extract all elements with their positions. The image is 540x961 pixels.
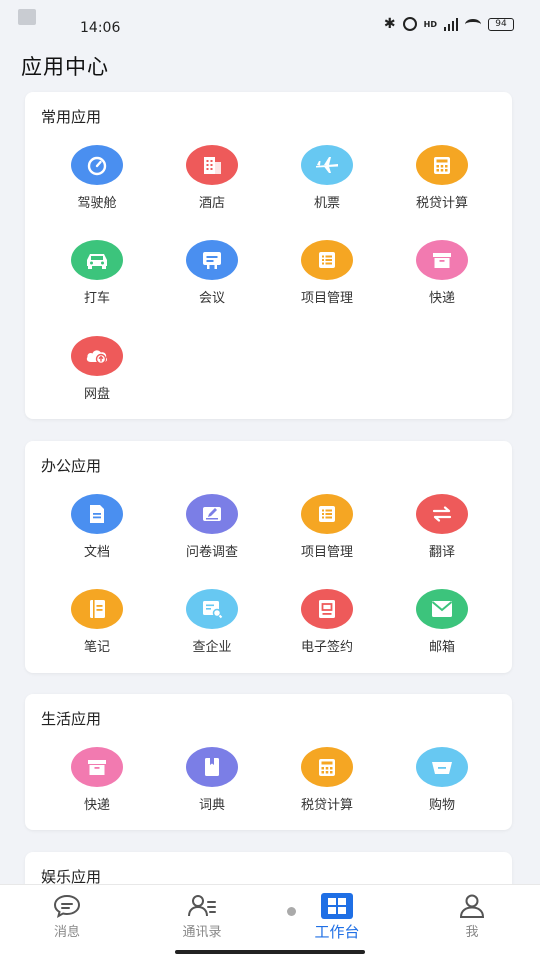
app-translate[interactable]: 翻译 bbox=[392, 494, 492, 560]
home-indicator[interactable] bbox=[175, 950, 365, 954]
tab-label: 工作台 bbox=[314, 923, 360, 941]
document-icon bbox=[71, 494, 123, 534]
app-label: 会议 bbox=[198, 291, 225, 306]
app-label: 酒店 bbox=[198, 196, 225, 211]
app-mailbox[interactable]: 邮箱 bbox=[392, 589, 492, 655]
image-notification-icon bbox=[18, 9, 36, 25]
tab-label: 我 bbox=[465, 925, 479, 940]
cloud-upload-icon bbox=[71, 336, 123, 376]
app-cloud-drive[interactable]: 网盘 bbox=[47, 336, 147, 402]
meeting-screen-icon bbox=[186, 240, 238, 280]
project-list-icon bbox=[301, 240, 353, 280]
status-time: 14:06 bbox=[80, 20, 121, 36]
network-type: HD bbox=[423, 19, 437, 29]
app-taxi[interactable]: 打车 bbox=[47, 240, 147, 306]
notebook-icon bbox=[71, 589, 123, 629]
airplane-icon bbox=[301, 145, 353, 185]
app-meeting[interactable]: 会议 bbox=[162, 240, 262, 306]
workbench-grid-icon bbox=[292, 893, 382, 919]
app-label: 问卷调查 bbox=[185, 545, 238, 560]
app-documents[interactable]: 文档 bbox=[47, 494, 147, 560]
company-search-icon bbox=[186, 589, 238, 629]
app-label: 翻译 bbox=[428, 545, 455, 560]
app-label: 词典 bbox=[198, 798, 225, 813]
app-label: 项目管理 bbox=[300, 545, 353, 560]
section-title: 办公应用 bbox=[41, 457, 102, 475]
section-common-apps: 常用应用 驾驶舱 酒店 机票 税贷计算 打车 会议 项目管理 快递 网盘 bbox=[25, 92, 512, 419]
floating-dot-indicator[interactable] bbox=[287, 907, 296, 916]
app-company-lookup[interactable]: 查企业 bbox=[162, 589, 262, 655]
app-project-management[interactable]: 项目管理 bbox=[277, 240, 377, 306]
calculator-icon bbox=[416, 145, 468, 185]
tab-messages[interactable]: 消息 bbox=[22, 893, 112, 940]
bluetooth-icon: ✱ bbox=[383, 16, 396, 32]
app-label: 机票 bbox=[313, 196, 340, 211]
section-office-apps: 办公应用 文档 问卷调查 项目管理 翻译 笔记 查企业 电子签约 邮箱 bbox=[25, 441, 512, 673]
app-flights[interactable]: 机票 bbox=[277, 145, 377, 211]
battery-icon: 94 bbox=[488, 17, 514, 31]
translate-arrows-icon bbox=[416, 494, 468, 534]
signal-icon bbox=[444, 17, 458, 31]
app-shopping[interactable]: 购物 bbox=[392, 747, 492, 813]
app-express-delivery[interactable]: 快递 bbox=[392, 240, 492, 306]
app-label: 邮箱 bbox=[428, 640, 455, 655]
app-notes[interactable]: 笔记 bbox=[47, 589, 147, 655]
calculator-icon bbox=[301, 747, 353, 787]
message-bubble-icon bbox=[22, 893, 112, 919]
app-label: 查企业 bbox=[192, 640, 232, 655]
package-box-icon bbox=[416, 240, 468, 280]
project-list-icon bbox=[301, 494, 353, 534]
contacts-icon bbox=[157, 893, 247, 919]
app-dictionary[interactable]: 词典 bbox=[162, 747, 262, 813]
tab-contacts[interactable]: 通讯录 bbox=[157, 893, 247, 940]
tab-label: 消息 bbox=[53, 925, 80, 940]
app-survey[interactable]: 问卷调查 bbox=[162, 494, 262, 560]
app-label: 文档 bbox=[83, 545, 110, 560]
dictionary-icon bbox=[186, 747, 238, 787]
app-tax-loan-calc[interactable]: 税贷计算 bbox=[392, 145, 492, 211]
package-box-icon bbox=[71, 747, 123, 787]
app-label: 购物 bbox=[428, 798, 455, 813]
section-title: 生活应用 bbox=[41, 710, 102, 728]
tab-me[interactable]: 我 bbox=[427, 893, 517, 940]
app-label: 驾驶舱 bbox=[77, 196, 117, 211]
app-label: 笔记 bbox=[83, 640, 110, 655]
section-life-apps: 生活应用 快递 词典 税贷计算 购物 bbox=[25, 694, 512, 830]
car-icon bbox=[71, 240, 123, 280]
app-label: 打车 bbox=[83, 291, 110, 306]
app-tax-loan-calc[interactable]: 税贷计算 bbox=[277, 747, 377, 813]
app-label: 项目管理 bbox=[300, 291, 353, 306]
section-title: 常用应用 bbox=[41, 108, 102, 126]
app-label: 税贷计算 bbox=[300, 798, 353, 813]
app-hotel[interactable]: 酒店 bbox=[162, 145, 262, 211]
app-label: 快递 bbox=[428, 291, 455, 306]
wifi-icon bbox=[465, 18, 481, 30]
tab-workbench[interactable]: 工作台 bbox=[292, 893, 382, 942]
dashboard-icon bbox=[71, 145, 123, 185]
page-title: 应用中心 bbox=[21, 55, 109, 79]
app-label: 快递 bbox=[83, 798, 110, 813]
survey-edit-icon bbox=[186, 494, 238, 534]
app-label: 电子签约 bbox=[300, 640, 353, 655]
alarm-icon bbox=[402, 17, 417, 31]
app-e-sign[interactable]: 电子签约 bbox=[277, 589, 377, 655]
user-profile-icon bbox=[427, 893, 517, 919]
status-bar: 14:06 ✱ HD 94 bbox=[0, 0, 540, 44]
mail-icon bbox=[416, 589, 468, 629]
shopping-basket-icon bbox=[416, 747, 468, 787]
app-express-delivery[interactable]: 快递 bbox=[47, 747, 147, 813]
e-sign-icon bbox=[301, 589, 353, 629]
status-icons: ✱ HD 94 bbox=[384, 16, 514, 32]
tab-label: 通讯录 bbox=[182, 925, 222, 940]
hotel-building-icon bbox=[186, 145, 238, 185]
app-project-management[interactable]: 项目管理 bbox=[277, 494, 377, 560]
app-label: 网盘 bbox=[83, 387, 110, 402]
app-dashboard[interactable]: 驾驶舱 bbox=[47, 145, 147, 211]
app-label: 税贷计算 bbox=[415, 196, 468, 211]
